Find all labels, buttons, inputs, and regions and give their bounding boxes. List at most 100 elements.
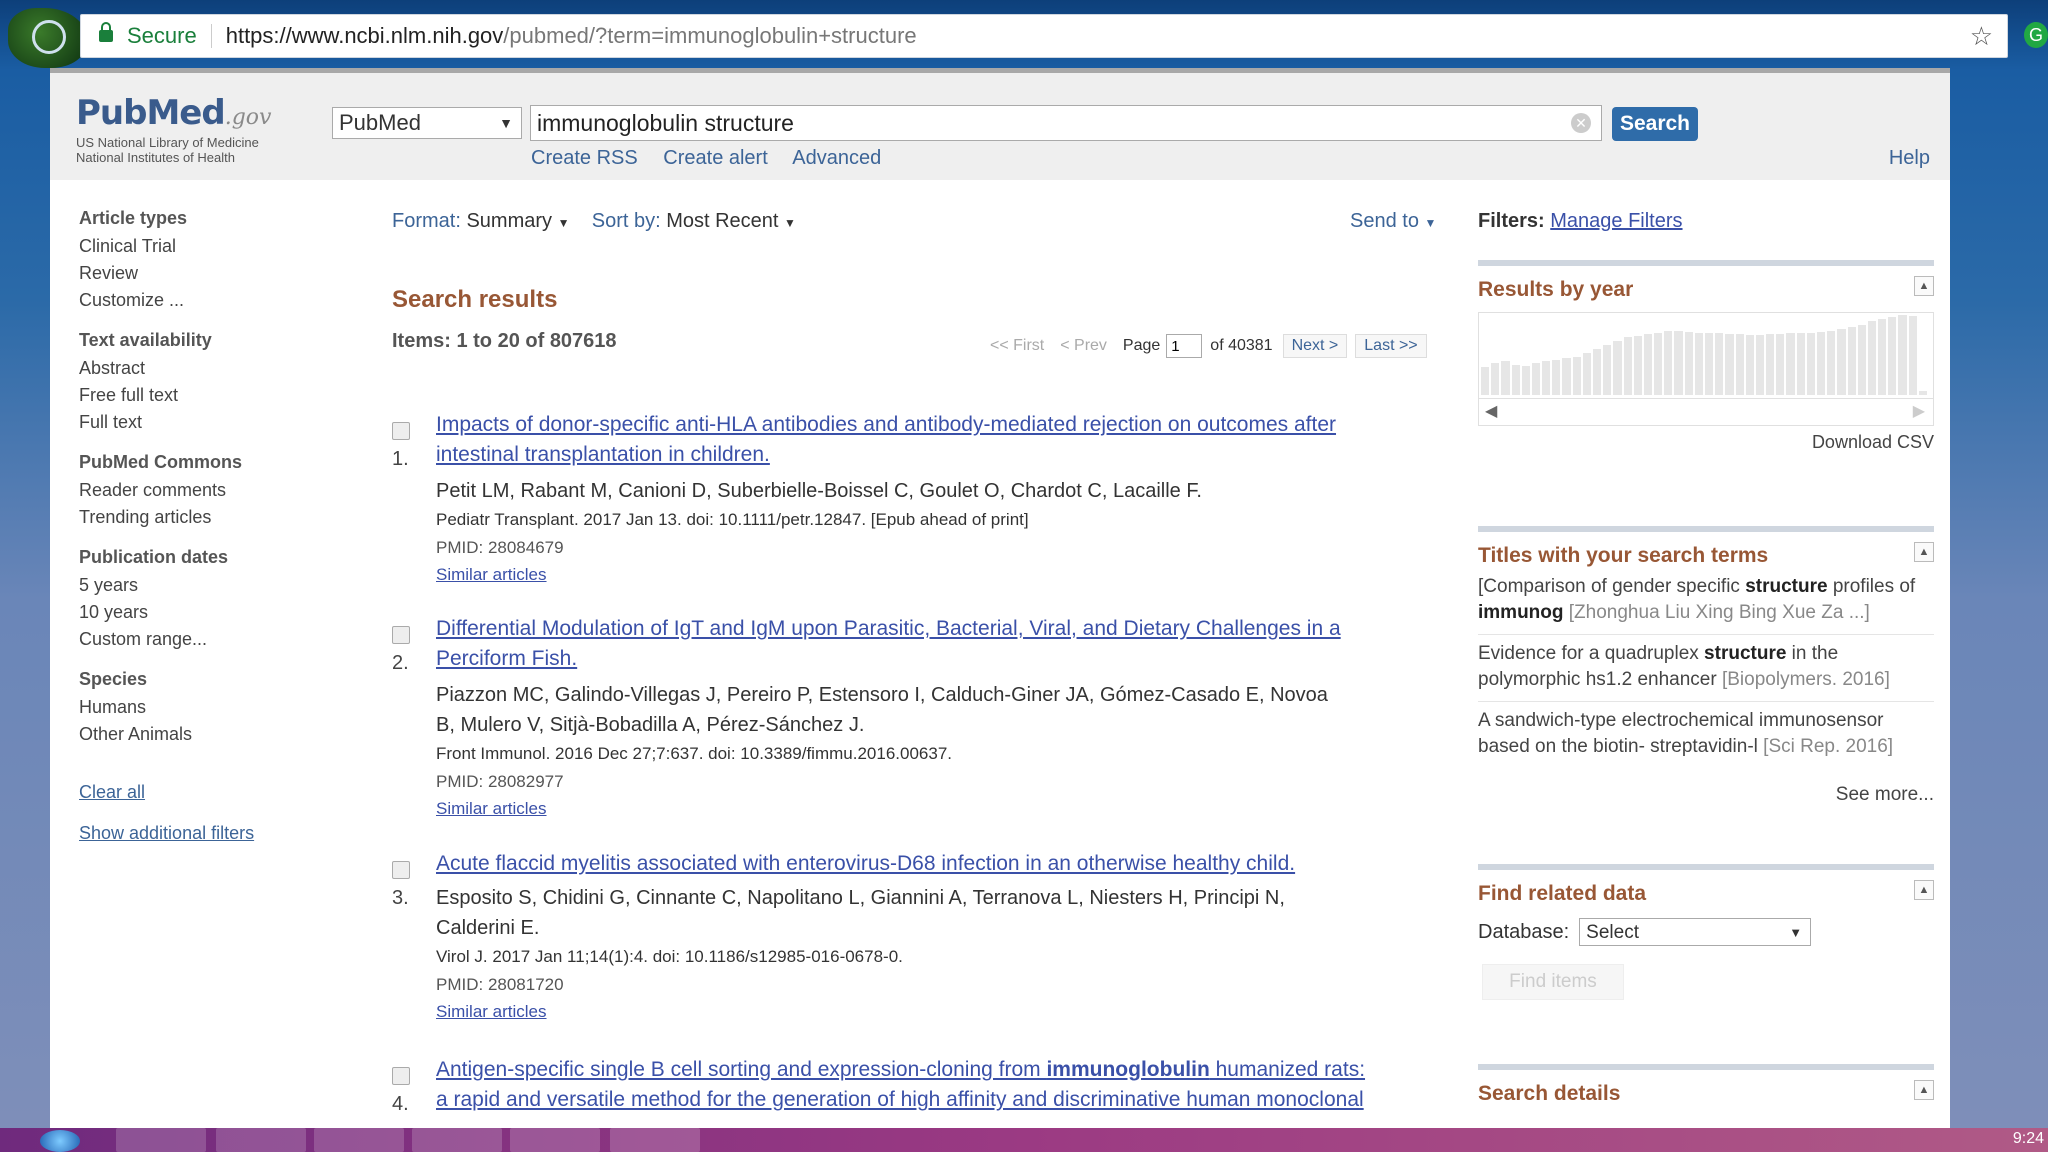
filter-10-years[interactable]: 10 years (79, 599, 319, 626)
year-bar[interactable] (1735, 334, 1744, 395)
powerpoint-icon[interactable] (314, 1128, 404, 1152)
filter-clinical-trial[interactable]: Clinical Trial (79, 233, 319, 260)
first-page-link[interactable]: << First (990, 337, 1044, 355)
year-bar[interactable] (1908, 315, 1917, 395)
year-bar[interactable] (1521, 366, 1530, 395)
download-csv-link[interactable]: Download CSV (1478, 432, 1934, 453)
year-bar[interactable] (1542, 361, 1551, 395)
year-bar[interactable] (1613, 340, 1622, 395)
year-bar[interactable] (1562, 358, 1571, 395)
year-bar[interactable] (1481, 367, 1490, 395)
database-dropdown[interactable]: Select ▼ (1579, 918, 1812, 946)
year-bar[interactable] (1643, 334, 1653, 395)
year-bar[interactable] (1857, 324, 1866, 395)
advanced-link[interactable]: Advanced (792, 147, 881, 169)
year-bar[interactable] (1654, 332, 1663, 395)
year-bar[interactable] (1918, 391, 1927, 395)
search-input[interactable]: immunoglobulin structure ✕ (530, 105, 1602, 141)
search-button[interactable]: Search (1612, 107, 1698, 141)
filter-reader-comments[interactable]: Reader comments (79, 477, 319, 504)
year-bar[interactable] (1847, 327, 1856, 395)
manage-filters-link[interactable]: Manage Filters (1550, 210, 1682, 232)
year-bar[interactable] (1766, 334, 1775, 395)
result-title-link[interactable]: Impacts of donor-specific anti-HLA antib… (436, 410, 1466, 470)
filter-custom-range[interactable]: Custom range... (79, 626, 319, 653)
see-more-link[interactable]: See more... (1478, 784, 1934, 806)
filter-review[interactable]: Review (79, 260, 319, 287)
collapse-icon[interactable]: ▲ (1914, 880, 1934, 900)
pubmed-logo[interactable]: PubMed.gov US National Library of Medici… (76, 93, 271, 165)
year-bar[interactable] (1623, 337, 1632, 395)
result-title-link[interactable]: Differential Modulation of IgT and IgM u… (436, 614, 1466, 674)
bookmark-star-icon[interactable]: ☆ (1970, 21, 1993, 52)
app-icon[interactable] (412, 1128, 502, 1152)
similar-articles-link[interactable]: Similar articles (436, 999, 1285, 1025)
year-bar[interactable] (1552, 359, 1561, 395)
year-bar[interactable] (1694, 332, 1703, 395)
title-suggestion[interactable]: A sandwich-type electrochemical immunose… (1478, 702, 1934, 768)
title-suggestion[interactable]: [Comparison of gender specific structure… (1478, 568, 1934, 635)
file-explorer-icon[interactable] (116, 1128, 206, 1152)
year-bar[interactable] (1633, 335, 1642, 395)
year-bar[interactable] (1796, 332, 1805, 395)
extension-icon[interactable]: G (2024, 22, 2048, 48)
collapse-icon[interactable]: ▲ (1914, 1080, 1934, 1100)
clear-all-link[interactable]: Clear all (79, 782, 145, 802)
collapse-icon[interactable]: ▲ (1914, 542, 1934, 562)
database-select[interactable]: PubMed ▼ (332, 107, 522, 139)
reload-icon[interactable] (32, 20, 66, 54)
year-bar[interactable] (1684, 331, 1693, 395)
sort-dropdown[interactable]: Most Recent (666, 210, 778, 232)
result-checkbox[interactable] (392, 1067, 410, 1085)
scroll-right-icon[interactable]: ▶ (1913, 401, 1925, 421)
filter-abstract[interactable]: Abstract (79, 355, 319, 382)
help-link[interactable]: Help (1889, 147, 1930, 170)
filter-other-animals[interactable]: Other Animals (79, 721, 319, 748)
collapse-icon[interactable]: ▲ (1914, 276, 1934, 296)
clear-search-icon[interactable]: ✕ (1571, 113, 1591, 133)
show-additional-filters-link[interactable]: Show additional filters (79, 823, 254, 843)
year-bar[interactable] (1674, 331, 1683, 395)
filter-customize[interactable]: Customize ... (79, 287, 319, 314)
filter-full-text[interactable]: Full text (79, 409, 319, 436)
year-bar[interactable] (1745, 335, 1754, 395)
similar-articles-link[interactable]: Similar articles (436, 562, 1202, 588)
prev-page-link[interactable]: < Prev (1060, 337, 1107, 355)
filter-5-years[interactable]: 5 years (79, 572, 319, 599)
year-bar[interactable] (1725, 334, 1734, 395)
send-to-dropdown[interactable]: Send to ▼ (1350, 210, 1436, 233)
year-bar[interactable] (1827, 331, 1836, 395)
result-title-link[interactable]: Acute flaccid myelitis associated with e… (436, 849, 1466, 879)
last-page-button[interactable]: Last >> (1355, 334, 1427, 358)
create-rss-link[interactable]: Create RSS (531, 147, 638, 169)
similar-articles-link[interactable]: Similar articles (436, 796, 1328, 822)
year-bar[interactable] (1603, 344, 1612, 395)
result-title-link[interactable]: Antigen-specific single B cell sorting a… (436, 1055, 1466, 1115)
year-bar[interactable] (1867, 321, 1877, 395)
result-checkbox[interactable] (392, 626, 410, 644)
year-bar[interactable] (1755, 335, 1765, 395)
chart-scroll[interactable]: ◀ ▶ (1479, 398, 1933, 425)
year-bar[interactable] (1664, 331, 1673, 395)
year-bar[interactable] (1582, 353, 1591, 395)
year-bar[interactable] (1878, 319, 1887, 395)
title-suggestion[interactable]: Evidence for a quadruplex structure in t… (1478, 635, 1934, 702)
year-bar[interactable] (1491, 363, 1500, 395)
chrome-active-icon[interactable] (610, 1128, 700, 1152)
year-bar[interactable] (1786, 333, 1795, 395)
scroll-left-icon[interactable]: ◀ (1485, 401, 1497, 421)
year-bar[interactable] (1705, 332, 1714, 395)
results-by-year-chart[interactable]: ◀ ▶ (1478, 312, 1934, 426)
filter-trending-articles[interactable]: Trending articles (79, 504, 319, 531)
create-alert-link[interactable]: Create alert (663, 147, 768, 169)
result-checkbox[interactable] (392, 861, 410, 879)
page-number-input[interactable] (1166, 334, 1203, 358)
year-bar[interactable] (1501, 361, 1510, 395)
result-checkbox[interactable] (392, 422, 410, 440)
address-bar[interactable]: Secure https://www.ncbi.nlm.nih.gov/pubm… (80, 14, 2008, 58)
year-bar[interactable] (1593, 348, 1602, 395)
format-dropdown[interactable]: Summary (466, 210, 552, 232)
start-button-icon[interactable] (40, 1130, 80, 1152)
filter-free-full-text[interactable]: Free full text (79, 382, 319, 409)
year-bar[interactable] (1837, 329, 1846, 395)
